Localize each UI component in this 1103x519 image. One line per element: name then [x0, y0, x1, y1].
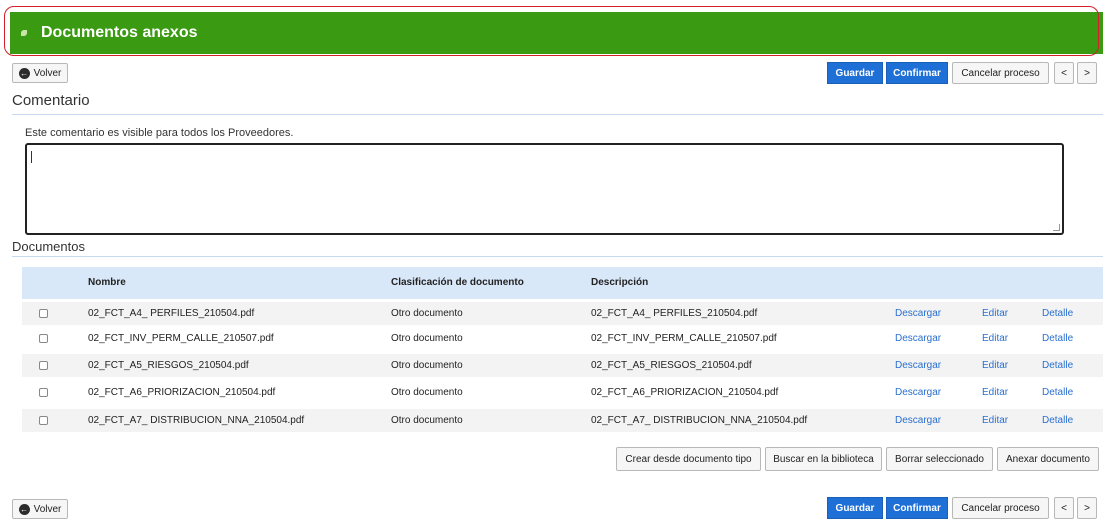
document-name: 02_FCT_A7_ DISTRIBUCION_NNA_210504.pdf	[88, 415, 305, 426]
resize-grip-icon[interactable]	[1053, 224, 1060, 231]
prev-button-bottom[interactable]: <	[1054, 497, 1074, 519]
cancel-process-button[interactable]: Cancelar proceso	[952, 62, 1049, 84]
attach-document-button[interactable]: Anexar documento	[997, 447, 1099, 471]
save-button-label: Guardar	[835, 67, 875, 79]
comment-section-title: Comentario	[12, 92, 90, 109]
prev-icon: <	[1061, 502, 1067, 514]
detail-link[interactable]: Detalle	[1042, 354, 1073, 377]
confirm-button[interactable]: Confirmar	[886, 62, 948, 84]
document-classification: Otro documento	[391, 308, 463, 319]
confirm-button-bottom[interactable]: Confirmar	[886, 497, 948, 519]
back-button-label: Volver	[33, 503, 62, 515]
document-description: 02_FCT_INV_PERM_CALLE_210507.pdf	[591, 333, 777, 344]
attach-document-label: Anexar documento	[1006, 453, 1090, 465]
document-classification: Otro documento	[391, 360, 463, 371]
table-header: Nombre Clasificación de documento Descri…	[22, 267, 1103, 299]
highlight-outline	[4, 6, 1099, 56]
prev-button[interactable]: <	[1054, 62, 1074, 84]
table-row: 02_FCT_A4_ PERFILES_210504.pdf Otro docu…	[22, 302, 1103, 325]
save-button-bottom[interactable]: Guardar	[827, 497, 883, 519]
document-classification: Otro documento	[391, 387, 463, 398]
edit-link[interactable]: Editar	[982, 302, 1008, 325]
row-checkbox[interactable]	[39, 334, 48, 343]
detail-link[interactable]: Detalle	[1042, 381, 1073, 404]
comment-divider	[12, 114, 1103, 115]
save-button-label: Guardar	[835, 502, 875, 514]
document-description: 02_FCT_A5_RIESGOS_210504.pdf	[591, 360, 752, 371]
documents-section-title: Documentos	[12, 239, 85, 254]
column-header-classification: Clasificación de documento	[391, 277, 524, 288]
prev-icon: <	[1061, 67, 1067, 79]
back-button-bottom[interactable]: ← Volver	[12, 499, 68, 519]
next-button-bottom[interactable]: >	[1077, 497, 1097, 519]
download-link[interactable]: Descargar	[895, 327, 941, 350]
download-link[interactable]: Descargar	[895, 409, 941, 432]
document-description: 02_FCT_A7_ DISTRIBUCION_NNA_210504.pdf	[591, 415, 808, 426]
search-library-button[interactable]: Buscar en la biblioteca	[765, 447, 882, 471]
column-header-description: Descripción	[591, 277, 649, 288]
create-from-template-label: Crear desde documento tipo	[625, 453, 752, 465]
detail-link[interactable]: Detalle	[1042, 409, 1073, 432]
delete-selected-label: Borrar seleccionado	[895, 453, 984, 465]
text-caret	[31, 151, 32, 163]
row-checkbox[interactable]	[39, 361, 48, 370]
cancel-process-label: Cancelar proceso	[961, 67, 1040, 79]
comment-textarea[interactable]	[25, 143, 1064, 235]
table-row: 02_FCT_A5_RIESGOS_210504.pdf Otro docume…	[22, 354, 1103, 377]
edit-link[interactable]: Editar	[982, 409, 1008, 432]
table-row: 02_FCT_A6_PRIORIZACION_210504.pdf Otro d…	[22, 381, 1103, 404]
table-row: 02_FCT_A7_ DISTRIBUCION_NNA_210504.pdf O…	[22, 409, 1103, 432]
column-header-name: Nombre	[88, 277, 126, 288]
document-description: 02_FCT_A4_ PERFILES_210504.pdf	[591, 308, 758, 319]
download-link[interactable]: Descargar	[895, 354, 941, 377]
back-button[interactable]: ← Volver	[12, 63, 68, 83]
arrow-left-circle-icon: ←	[18, 503, 30, 515]
documents-divider	[12, 256, 1103, 257]
row-checkbox[interactable]	[39, 416, 48, 425]
confirm-button-label: Confirmar	[893, 67, 941, 79]
edit-link[interactable]: Editar	[982, 327, 1008, 350]
cancel-process-button-bottom[interactable]: Cancelar proceso	[952, 497, 1049, 519]
row-checkbox[interactable]	[39, 309, 48, 318]
document-name: 02_FCT_A6_PRIORIZACION_210504.pdf	[88, 387, 276, 398]
detail-link[interactable]: Detalle	[1042, 327, 1073, 350]
save-button[interactable]: Guardar	[827, 62, 883, 84]
document-name: 02_FCT_A5_RIESGOS_210504.pdf	[88, 360, 249, 371]
detail-link[interactable]: Detalle	[1042, 302, 1073, 325]
row-checkbox[interactable]	[39, 388, 48, 397]
document-name: 02_FCT_A4_ PERFILES_210504.pdf	[88, 308, 255, 319]
edit-link[interactable]: Editar	[982, 381, 1008, 404]
document-classification: Otro documento	[391, 415, 463, 426]
document-name: 02_FCT_INV_PERM_CALLE_210507.pdf	[88, 333, 274, 344]
next-icon: >	[1084, 67, 1090, 79]
create-from-template-button[interactable]: Crear desde documento tipo	[616, 447, 761, 471]
document-classification: Otro documento	[391, 333, 463, 344]
document-description: 02_FCT_A6_PRIORIZACION_210504.pdf	[591, 387, 779, 398]
arrow-left-circle-icon: ←	[18, 67, 30, 79]
next-icon: >	[1084, 502, 1090, 514]
delete-selected-button[interactable]: Borrar seleccionado	[886, 447, 993, 471]
back-button-label: Volver	[33, 67, 62, 79]
search-library-label: Buscar en la biblioteca	[773, 453, 874, 465]
table-row: 02_FCT_INV_PERM_CALLE_210507.pdf Otro do…	[22, 327, 1103, 350]
confirm-button-label: Confirmar	[893, 502, 941, 514]
cancel-process-label: Cancelar proceso	[961, 502, 1040, 514]
download-link[interactable]: Descargar	[895, 381, 941, 404]
comment-hint: Este comentario es visible para todos lo…	[25, 127, 294, 139]
next-button[interactable]: >	[1077, 62, 1097, 84]
download-link[interactable]: Descargar	[895, 302, 941, 325]
edit-link[interactable]: Editar	[982, 354, 1008, 377]
